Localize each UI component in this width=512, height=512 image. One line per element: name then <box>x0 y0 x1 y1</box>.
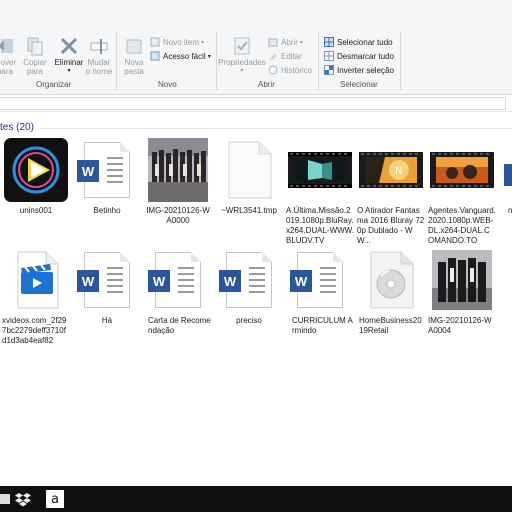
file-name: A.Última.Missão.2019.1080p.BluRay.x264.D… <box>286 206 355 245</box>
properties-check-icon <box>232 36 252 56</box>
app-icon <box>4 138 68 202</box>
video-clip-icon <box>4 248 68 312</box>
word-document-icon[interactable] <box>504 164 512 186</box>
taskbar-app-icon[interactable] <box>0 490 12 508</box>
word-document-icon: W <box>288 248 352 312</box>
file-item[interactable]: ~WRL3541.tmp <box>215 138 283 216</box>
select-all-icon <box>324 37 334 47</box>
history-button[interactable]: Histórico <box>268 64 312 76</box>
amazon-icon[interactable]: a <box>46 490 64 508</box>
file-item[interactable]: W preciso <box>215 248 283 326</box>
file-item[interactable]: unins001 <box>2 138 70 216</box>
file-item[interactable]: W Há <box>73 248 141 326</box>
file-name: preciso <box>236 316 262 325</box>
new-item-icon <box>150 37 160 47</box>
file-item[interactable]: A.Última.Missão.2019.1080p.BluRay.x264.D… <box>286 138 354 246</box>
video-thumbnail: N <box>359 138 423 202</box>
video-thumbnail <box>288 138 352 202</box>
file-name: Agentes.Vanguard.2020.1080p.WEB-DL.x264-… <box>428 206 496 245</box>
move-to-button[interactable]: Mover para <box>0 36 16 76</box>
delete-x-icon <box>59 36 79 56</box>
select-all-button[interactable]: Selecionar tudo <box>324 36 393 48</box>
file-name: O Atirador Fantasma 2016 Bluray 720p Dub… <box>357 206 425 245</box>
new-item-button[interactable]: Novo item ▾ <box>150 36 204 48</box>
delete-button[interactable]: Eliminar ▾ <box>52 36 86 76</box>
file-item[interactable]: W Carta de Recomendação <box>144 248 212 336</box>
disc-image-icon <box>359 248 423 312</box>
section-divider <box>40 128 512 129</box>
new-folder-icon <box>124 36 144 56</box>
copy-icon <box>25 36 45 56</box>
file-item[interactable]: W Betinho <box>73 138 141 216</box>
file-item[interactable]: IMG-20210126-WA0000 <box>144 138 212 226</box>
easy-access-icon <box>150 51 160 61</box>
new-folder-button[interactable]: Nova pasta <box>120 36 148 76</box>
group-new-label: Novo <box>158 80 177 89</box>
file-name: Carta de Recomendação <box>148 316 211 335</box>
file-name: IMG-20210126-WA0000 <box>146 206 210 225</box>
edit-icon <box>268 51 278 61</box>
invert-selection-button[interactable]: Inverter seleção <box>324 64 394 76</box>
file-item[interactable]: IMG-20210126-WA0004 <box>428 248 496 336</box>
group-open-label: Abrir <box>258 80 275 89</box>
file-name: Há <box>101 316 113 325</box>
file-name: unins001 <box>19 206 53 215</box>
rename-icon <box>89 36 109 56</box>
taskbar: a <box>0 486 512 512</box>
file-name: ~WRL3541.tmp <box>221 206 277 215</box>
divider <box>318 32 319 90</box>
divider <box>216 32 217 90</box>
history-icon <box>268 65 278 75</box>
group-organize-label: Organizar <box>36 80 72 89</box>
file-item[interactable]: HomeBusiness2019Retail <box>357 248 425 336</box>
video-thumbnail <box>430 138 494 202</box>
file-item[interactable]: W CURRICULUM Armindo <box>286 248 354 336</box>
divider <box>400 32 401 90</box>
word-document-icon: W <box>75 138 139 202</box>
edit-button[interactable]: Editar <box>268 50 302 62</box>
properties-button[interactable]: Propriedades ▾ <box>218 36 266 76</box>
copy-to-button[interactable]: Copiar para <box>22 36 48 76</box>
file-name: IMG-20210126-WA0004 <box>428 316 492 335</box>
file-item[interactable]: Agentes.Vanguard.2020.1080p.WEB-DL.x264-… <box>428 138 496 246</box>
file-name: xvideos.com_2f297bc2279deff3710fd1d3ab4e… <box>2 316 67 345</box>
word-document-icon: W <box>146 248 210 312</box>
ribbon: Mover para Copiar para Eliminar ▾ Mudar … <box>0 0 512 95</box>
file-name: Betinho <box>93 206 121 215</box>
section-header[interactable]: tes (20) <box>0 122 34 133</box>
photo-thumbnail <box>430 248 494 312</box>
invert-selection-icon <box>324 65 334 75</box>
file-item[interactable]: N O Atirador Fantasma 2016 Bluray 720p D… <box>357 138 425 246</box>
word-document-icon: W <box>217 248 281 312</box>
move-icon <box>0 36 15 56</box>
address-bar[interactable] <box>0 97 506 110</box>
open-icon <box>268 37 278 47</box>
open-button[interactable]: Abrir ▾ <box>268 36 303 48</box>
address-bar-strip <box>0 95 512 112</box>
select-none-icon <box>324 51 334 61</box>
word-document-icon: W <box>75 248 139 312</box>
file-name: CURRICULUM Armindo <box>292 316 353 335</box>
divider <box>116 32 117 90</box>
svg-text:N: N <box>395 166 402 177</box>
group-select-label: Selecionar <box>340 80 378 89</box>
easy-access-button[interactable]: Acesso fácil ▾ <box>150 50 211 62</box>
blank-file-icon <box>217 138 281 202</box>
dropbox-icon[interactable] <box>14 490 32 508</box>
file-name: HomeBusiness2019Retail <box>359 316 422 335</box>
clipped-file-name: n <box>508 206 512 215</box>
file-item[interactable]: xvideos.com_2f297bc2279deff3710fd1d3ab4e… <box>2 248 70 346</box>
rename-button[interactable]: Mudar o nome <box>84 36 114 76</box>
photo-thumbnail <box>146 138 210 202</box>
select-none-button[interactable]: Desmarcar tudo <box>324 50 394 62</box>
